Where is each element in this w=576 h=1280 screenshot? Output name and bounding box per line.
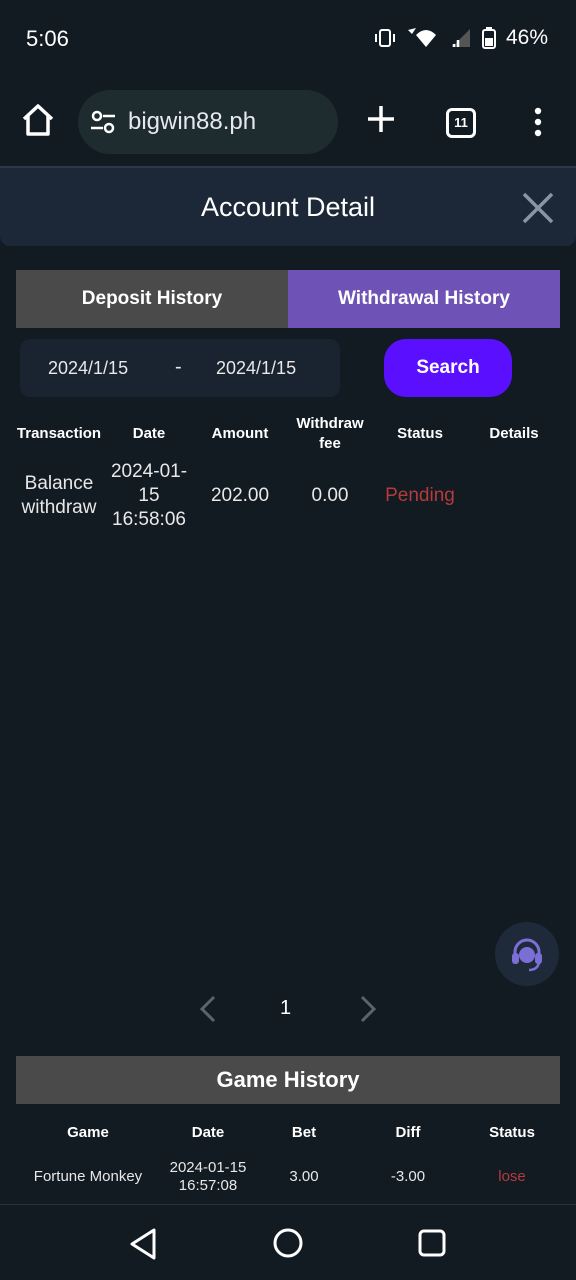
game-history-title: Game History	[16, 1056, 560, 1104]
close-icon[interactable]	[520, 190, 556, 226]
table-row: Fortune Monkey 2024-01-15 16:57:08 3.00 …	[16, 1152, 560, 1202]
status-time: 5:06	[26, 26, 69, 51]
table-header: Game Date Bet Diff Status	[16, 1112, 560, 1152]
recent-apps-icon[interactable]	[418, 1229, 446, 1257]
modal-header: Account Detail	[0, 168, 576, 246]
column-header: Amount	[211, 425, 269, 442]
column-header: Date	[191, 1123, 225, 1141]
modal-title: Account Detail	[200, 192, 376, 222]
date-cell: 2024-01-15 16:58:06	[110, 461, 188, 530]
column-header: Game	[67, 1123, 109, 1141]
details-cell	[466, 460, 562, 532]
table-row: Balance withdraw 2024-01-15 16:58:06 202…	[14, 460, 562, 532]
game-history-table: Game Date Bet Diff Status Fortune Monkey…	[16, 1112, 560, 1202]
browser-toolbar: bigwin88.ph 11	[0, 80, 576, 166]
new-tab-icon[interactable]	[364, 102, 398, 136]
more-menu-icon[interactable]	[528, 106, 548, 138]
column-header: Withdraw fee	[296, 415, 364, 452]
withdrawal-table: Transaction Date Amount Withdraw fee Sta…	[14, 410, 562, 532]
column-header: Status	[489, 1123, 535, 1141]
status-bar: 5:06 46%	[0, 0, 576, 80]
column-header: Bet	[291, 1123, 317, 1141]
headset-icon	[512, 938, 542, 972]
url-text: bigwin88.ph	[128, 108, 257, 135]
date-separator: -	[175, 356, 182, 378]
back-icon[interactable]	[128, 1227, 158, 1261]
home-icon[interactable]	[20, 102, 56, 138]
bet-cell: 3.00	[289, 1168, 319, 1185]
battery-level: 46%	[505, 26, 548, 49]
column-header: Date	[132, 425, 166, 442]
date-range-picker[interactable]: 2024/1/15 - 2024/1/15	[20, 339, 340, 397]
column-header: Status	[397, 425, 443, 442]
date-cell: 2024-01-15 16:57:08	[169, 1159, 247, 1194]
end-date[interactable]: 2024/1/15	[216, 358, 296, 379]
tab-withdrawal-history[interactable]: Withdrawal History	[288, 270, 560, 328]
page-number[interactable]: 1	[280, 997, 291, 1020]
column-header: Diff	[395, 1123, 421, 1141]
chevron-right-icon[interactable]	[358, 994, 378, 1024]
transaction-cell: Balance withdraw	[21, 473, 97, 518]
pagination: 1	[0, 990, 576, 1030]
wifi-icon	[407, 28, 436, 47]
chevron-left-icon[interactable]	[198, 994, 218, 1024]
fee-cell: 0.00	[311, 485, 349, 506]
diff-cell: -3.00	[390, 1168, 426, 1185]
start-date[interactable]: 2024/1/15	[48, 358, 128, 379]
column-header: Details	[489, 425, 539, 442]
tab-switcher-button[interactable]: 11	[446, 108, 476, 138]
customer-support-button[interactable]	[495, 922, 559, 986]
system-nav-bar	[0, 1204, 576, 1280]
search-button[interactable]: Search	[384, 339, 512, 397]
history-tabs: Deposit History Withdrawal History	[16, 270, 560, 328]
status-cell: Pending	[385, 485, 455, 506]
battery-icon	[481, 27, 496, 49]
table-header: Transaction Date Amount Withdraw fee Sta…	[14, 410, 562, 458]
game-cell: Fortune Monkey	[33, 1168, 143, 1185]
home-circle-icon[interactable]	[272, 1227, 304, 1259]
address-bar[interactable]: bigwin88.ph	[78, 90, 338, 154]
vibrate-icon	[374, 29, 395, 47]
tab-deposit-history[interactable]: Deposit History	[16, 270, 288, 328]
status-icons: 46%	[374, 26, 548, 50]
site-settings-icon[interactable]	[90, 110, 116, 134]
column-header: Transaction	[16, 425, 102, 442]
signal-icon	[451, 29, 470, 47]
status-cell: lose	[498, 1168, 526, 1185]
amount-cell: 202.00	[210, 485, 270, 506]
